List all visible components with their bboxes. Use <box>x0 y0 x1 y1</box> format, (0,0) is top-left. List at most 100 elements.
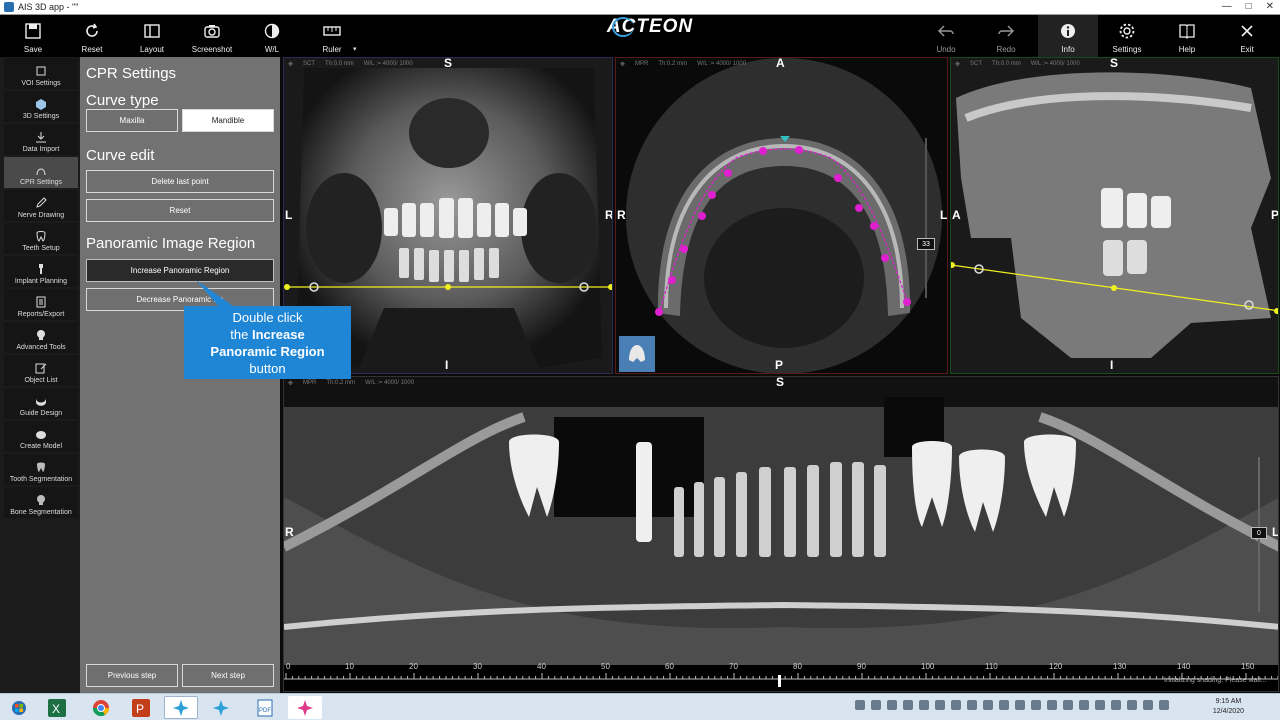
axial-view[interactable]: ✥ MPR Th:0.2 mm W/L := 4000/ 1000 A R L P 3… <box>615 57 948 374</box>
nav-cpr-settings[interactable]: CPR Settings <box>4 157 78 188</box>
orient-bottom: P <box>775 358 784 372</box>
tray-icon[interactable] <box>903 700 913 710</box>
close-icon <box>1241 25 1253 37</box>
ruler-tick-label: 50 <box>601 662 610 671</box>
move-icon[interactable]: ✥ <box>955 61 960 68</box>
nav-advanced-tools[interactable]: Advanced Tools <box>4 322 78 353</box>
tray-icon[interactable] <box>1159 700 1169 710</box>
sagittal-image <box>951 58 1278 373</box>
tray-icon[interactable] <box>1143 700 1153 710</box>
excel-icon[interactable]: X <box>40 696 74 719</box>
pen-icon <box>36 197 47 208</box>
move-icon[interactable]: ✥ <box>288 380 293 387</box>
nav-tooth-segmentation[interactable]: Tooth Segmentation <box>4 454 78 485</box>
tray-icon[interactable] <box>1079 700 1089 710</box>
chrome-icon[interactable] <box>84 696 118 719</box>
settings-button[interactable]: Settings <box>1097 15 1157 57</box>
tray-icon[interactable] <box>1095 700 1105 710</box>
curve-reset-button[interactable]: Reset <box>86 199 274 222</box>
tray-icon[interactable] <box>1063 700 1073 710</box>
reset-button[interactable]: Reset <box>62 15 122 57</box>
callout-pointer <box>196 280 236 308</box>
nav-object-list[interactable]: Object List <box>4 355 78 386</box>
ais-app-icon[interactable] <box>164 696 198 719</box>
nav-data-import[interactable]: Data Import <box>4 124 78 155</box>
minimize-icon[interactable]: — <box>1222 1 1232 12</box>
svg-text:PDF: PDF <box>259 708 271 714</box>
tray-icon[interactable] <box>1031 700 1041 710</box>
exit-button[interactable]: Exit <box>1217 15 1277 57</box>
nav-teeth-setup[interactable]: Teeth Setup <box>4 223 78 254</box>
screenshot-button[interactable]: Screenshot <box>182 15 242 57</box>
powerpoint-icon[interactable]: P <box>124 696 158 719</box>
move-icon[interactable]: ✥ <box>620 61 625 68</box>
tray-icon[interactable] <box>871 700 881 710</box>
mandible-button[interactable]: Mandible <box>182 109 274 132</box>
tray-icon[interactable] <box>887 700 897 710</box>
panoramic-view[interactable]: ✥ MPR Th:0.2 mm W/L := 4000/ 1000 S R L 0 0… <box>283 376 1279 692</box>
help-button[interactable]: Help <box>1157 15 1217 57</box>
sagittal-view[interactable]: ✥ SCT Th:0.0 mm W/L := 4000/ 1000 S A P I <box>950 57 1279 374</box>
nav-reports-export[interactable]: Reports/Export <box>4 289 78 320</box>
wl-button[interactable]: W/L <box>242 15 302 57</box>
previous-step-button[interactable]: Previous step <box>86 664 178 687</box>
increase-panoramic-region-button[interactable]: Increase Panoramic Region <box>86 259 274 282</box>
gear-icon <box>1119 23 1135 39</box>
instruction-callout: Double click the Increase Panoramic Regi… <box>184 306 351 379</box>
orient-right: R <box>605 208 613 222</box>
tray-icon[interactable] <box>919 700 929 710</box>
nav-create-model[interactable]: Create Model <box>4 421 78 452</box>
svg-text:P: P <box>136 702 144 716</box>
pano-slider-value[interactable]: 0 <box>1251 527 1267 539</box>
nav-guide-design[interactable]: Guide Design <box>4 388 78 419</box>
download-icon <box>36 132 46 143</box>
logo-swoosh-icon <box>612 17 634 37</box>
info-button[interactable]: Info <box>1038 15 1098 57</box>
tooth-icon <box>36 231 46 242</box>
maximize-icon[interactable]: □ <box>1246 1 1252 12</box>
windows-start-icon[interactable] <box>2 696 36 719</box>
window-controls: — □ ✕ <box>1222 1 1274 12</box>
pdf-icon[interactable]: PDF <box>248 696 282 719</box>
layout-button[interactable]: Layout <box>122 15 182 57</box>
orient-top: S <box>1110 57 1119 70</box>
nav-implant-planning[interactable]: Implant Planning <box>4 256 78 287</box>
clock-date: 12/4/2020 <box>1212 708 1244 715</box>
tray-icon[interactable] <box>935 700 945 710</box>
ais-app-icon-2[interactable] <box>204 696 238 719</box>
redo-button[interactable]: Redo <box>976 15 1036 57</box>
app-icon <box>4 2 14 12</box>
delete-last-point-button[interactable]: Delete last point <box>86 170 274 193</box>
ruler-tick-label: 80 <box>793 662 802 671</box>
undo-button[interactable]: Undo <box>916 15 976 57</box>
orient-left: A <box>952 208 961 222</box>
tray-icon[interactable] <box>999 700 1009 710</box>
nav-nerve-drawing[interactable]: Nerve Drawing <box>4 190 78 221</box>
ruler-tick-label: 10 <box>345 662 354 671</box>
tray-icon[interactable] <box>1015 700 1025 710</box>
save-button[interactable]: Save <box>3 15 63 57</box>
tray-icon[interactable] <box>983 700 993 710</box>
nav-bone-segmentation[interactable]: Bone Segmentation <box>4 487 78 518</box>
report-icon <box>36 296 46 308</box>
ruler-dropdown-icon[interactable]: ▾ <box>353 45 357 53</box>
tray-icon[interactable] <box>951 700 961 710</box>
move-icon[interactable]: ✥ <box>288 61 293 68</box>
acteon-app-icon[interactable] <box>288 696 322 719</box>
3d-thumbnail-button[interactable] <box>619 336 655 372</box>
tray-icon[interactable] <box>1111 700 1121 710</box>
nav-voi-settings[interactable]: VOI Settings <box>4 58 78 89</box>
ruler-tick-label: 110 <box>985 662 998 671</box>
window-close-icon[interactable]: ✕ <box>1266 1 1274 12</box>
tray-icon[interactable] <box>967 700 977 710</box>
callout-line2: the Increase <box>230 326 305 342</box>
next-step-button[interactable]: Next step <box>182 664 274 687</box>
tray-icon[interactable] <box>1047 700 1057 710</box>
orient-right: L <box>940 208 948 222</box>
tray-icon[interactable] <box>1127 700 1137 710</box>
taskbar-clock[interactable]: 9:15 AM 12/4/2020 <box>1213 697 1244 717</box>
maxilla-button[interactable]: Maxilla <box>86 109 178 132</box>
nav-3d-settings[interactable]: 3D Settings <box>4 91 78 122</box>
tray-icon[interactable] <box>855 700 865 710</box>
slice-slider-value[interactable]: 33 <box>917 238 935 250</box>
